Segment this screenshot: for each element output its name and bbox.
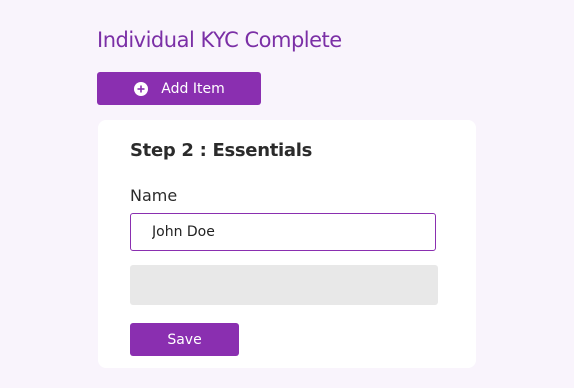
save-button[interactable]: Save xyxy=(130,323,239,356)
empty-field[interactable] xyxy=(130,265,438,305)
step-title: Step 2 : Essentials xyxy=(130,140,313,161)
form-card: Step 2 : Essentials Name Save xyxy=(98,120,476,368)
add-item-button[interactable]: Add Item xyxy=(97,72,261,105)
name-input[interactable] xyxy=(130,213,436,251)
add-item-label: Add Item xyxy=(161,80,225,97)
page-title: Individual KYC Complete xyxy=(97,28,342,52)
plus-circle-icon xyxy=(133,81,149,97)
name-label: Name xyxy=(130,186,178,205)
